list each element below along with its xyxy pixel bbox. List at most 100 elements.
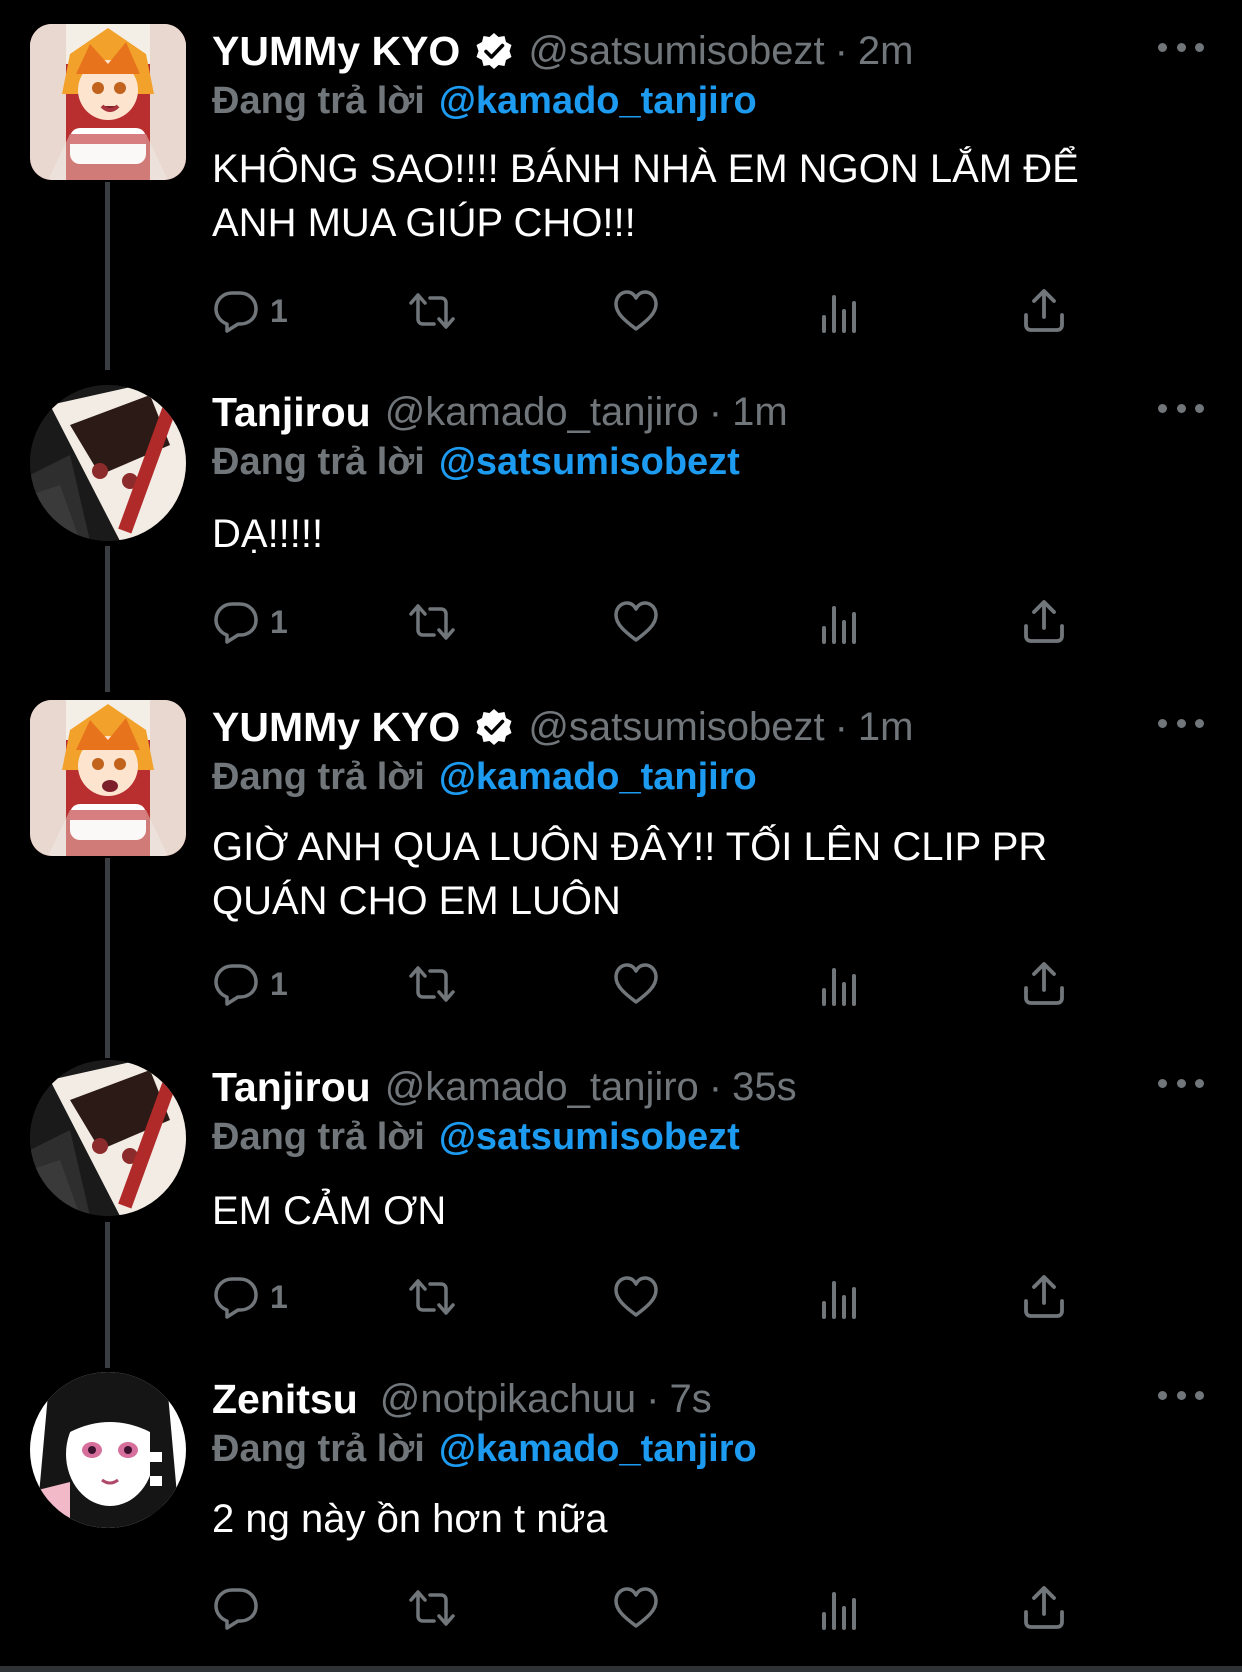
tweet-text: KHÔNG SAO!!!! BÁNH NHÀ EM NGON LẮM ĐỂ AN… [212, 142, 1192, 250]
verified-badge-icon [474, 31, 514, 71]
more-icon[interactable] [1158, 1068, 1204, 1098]
handle[interactable]: @satsumisobezt [528, 705, 824, 750]
verified-badge-icon [474, 707, 514, 747]
kanao-avatar-icon [30, 1372, 186, 1528]
tweet-text-line: EM CẢM ƠN [212, 1189, 447, 1233]
reply-target-link[interactable]: @kamado_tanjiro [439, 756, 757, 799]
display-name[interactable]: YUMMy KYO [212, 704, 460, 751]
reply-target-link[interactable]: @kamado_tanjiro [439, 1428, 757, 1471]
share-button[interactable] [1020, 1267, 1068, 1327]
tweet[interactable]: YUMMy KYO @satsumisobezt · 2m Đang trả l… [0, 24, 1242, 344]
divider [0, 1666, 1242, 1672]
reply-button[interactable]: 1 [212, 281, 288, 341]
handle[interactable]: @notpikachuu [380, 1377, 636, 1422]
views-button[interactable] [816, 1267, 864, 1327]
handle[interactable]: @kamado_tanjiro [385, 1065, 699, 1110]
retweet-button[interactable] [408, 954, 456, 1014]
separator: · [646, 1376, 660, 1421]
avatar[interactable] [30, 385, 186, 541]
like-button[interactable] [612, 281, 660, 341]
reply-count: 1 [270, 965, 288, 1002]
views-icon [822, 606, 856, 644]
reply-button[interactable] [212, 1578, 270, 1638]
tweet-text-line: GIỜ ANH QUA LUÔN ĐÂY!! TỐI LÊN CLIP PR [212, 825, 1048, 869]
retweet-icon [409, 1279, 455, 1315]
retweet-icon [409, 293, 455, 329]
timestamp[interactable]: 7s [669, 1377, 711, 1422]
tweet-text: 2 ng này ồn hơn t nữa [212, 1492, 1192, 1546]
retweet-button[interactable] [408, 281, 456, 341]
tanjiro-avatar-icon [30, 1060, 186, 1216]
heart-icon [614, 1276, 658, 1317]
separator: · [708, 1064, 723, 1109]
reply-target-link[interactable]: @kamado_tanjiro [439, 80, 757, 123]
display-name[interactable]: YUMMy KYO [212, 28, 460, 75]
timestamp[interactable]: 35s [732, 1065, 797, 1110]
more-icon[interactable] [1158, 393, 1204, 423]
views-button[interactable] [816, 954, 864, 1014]
replying-label: Đang trả lời [212, 440, 425, 483]
reply-button[interactable]: 1 [212, 954, 288, 1014]
like-button[interactable] [612, 1267, 660, 1327]
retweet-icon [409, 1590, 455, 1626]
retweet-button[interactable] [408, 592, 456, 652]
views-icon [822, 1281, 856, 1319]
share-icon [1024, 1275, 1064, 1318]
handle[interactable]: @satsumisobezt [528, 29, 824, 74]
more-icon[interactable] [1158, 1380, 1204, 1410]
tweet-text-line: KHÔNG SAO!!!! BÁNH NHÀ EM NGON LẮM ĐỂ [212, 147, 1079, 191]
reply-icon [214, 1277, 258, 1319]
display-name[interactable]: Tanjirou [212, 1064, 371, 1111]
reply-target-link[interactable]: @satsumisobezt [439, 1116, 740, 1159]
reply-icon [214, 964, 258, 1006]
replying-label: Đang trả lời [212, 1427, 425, 1470]
action-bar: 1 [212, 592, 1112, 652]
retweet-button[interactable] [408, 1267, 456, 1327]
like-button[interactable] [612, 954, 660, 1014]
reply-button[interactable]: 1 [212, 592, 288, 652]
avatar[interactable] [30, 1060, 186, 1216]
views-button[interactable] [816, 1578, 864, 1638]
views-button[interactable] [816, 281, 864, 341]
separator: · [834, 704, 848, 749]
share-button[interactable] [1020, 592, 1068, 652]
display-name[interactable]: Zenitsu [212, 1376, 358, 1423]
heart-icon [614, 1587, 658, 1628]
tweet[interactable]: YUMMy KYO @satsumisobezt · 1m Đang trả l… [0, 700, 1242, 1020]
views-icon [822, 295, 856, 333]
reply-target-link[interactable]: @satsumisobezt [439, 441, 740, 484]
tweet[interactable]: Tanjirou @kamado_tanjiro · 35s Đang trả … [0, 1060, 1242, 1340]
tweet-text-line: ANH MUA GIÚP CHO!!! [212, 201, 636, 245]
more-icon[interactable] [1158, 32, 1204, 62]
reply-count: 1 [270, 603, 288, 640]
timestamp[interactable]: 1m [732, 390, 788, 435]
share-button[interactable] [1020, 1578, 1068, 1638]
tweet[interactable]: Zenitsu @notpikachuu · 7s Đang trả lời @… [0, 1372, 1242, 1672]
views-button[interactable] [816, 592, 864, 652]
share-button[interactable] [1020, 954, 1068, 1014]
avatar[interactable] [30, 700, 186, 856]
action-bar: 1 [212, 1267, 1112, 1327]
like-button[interactable] [612, 1578, 660, 1638]
replying-label: Đang trả lời [212, 1115, 425, 1158]
timestamp[interactable]: 2m [858, 29, 914, 74]
timestamp[interactable]: 1m [858, 705, 914, 750]
tweet-thread: YUMMy KYO @satsumisobezt · 2m Đang trả l… [0, 0, 1242, 1672]
reply-button[interactable]: 1 [212, 1267, 288, 1327]
tweet-text: GIỜ ANH QUA LUÔN ĐÂY!! TỐI LÊN CLIP PR Q… [212, 820, 1192, 928]
more-icon[interactable] [1158, 708, 1204, 738]
action-bar: 1 [212, 954, 1112, 1014]
retweet-button[interactable] [408, 1578, 456, 1638]
separator: · [708, 389, 723, 434]
share-button[interactable] [1020, 281, 1068, 341]
avatar[interactable] [30, 24, 186, 180]
tweet-text-line: 2 ng này ồn hơn t nữa [212, 1497, 608, 1541]
handle[interactable]: @kamado_tanjiro [385, 390, 699, 435]
avatar[interactable] [30, 1372, 186, 1528]
like-button[interactable] [612, 592, 660, 652]
display-name[interactable]: Tanjirou [212, 389, 371, 436]
action-bar: 1 [212, 281, 1112, 341]
reply-count: 1 [270, 292, 288, 329]
tweet[interactable]: Tanjirou @kamado_tanjiro · 1m Đang trả l… [0, 385, 1242, 665]
retweet-icon [409, 966, 455, 1002]
